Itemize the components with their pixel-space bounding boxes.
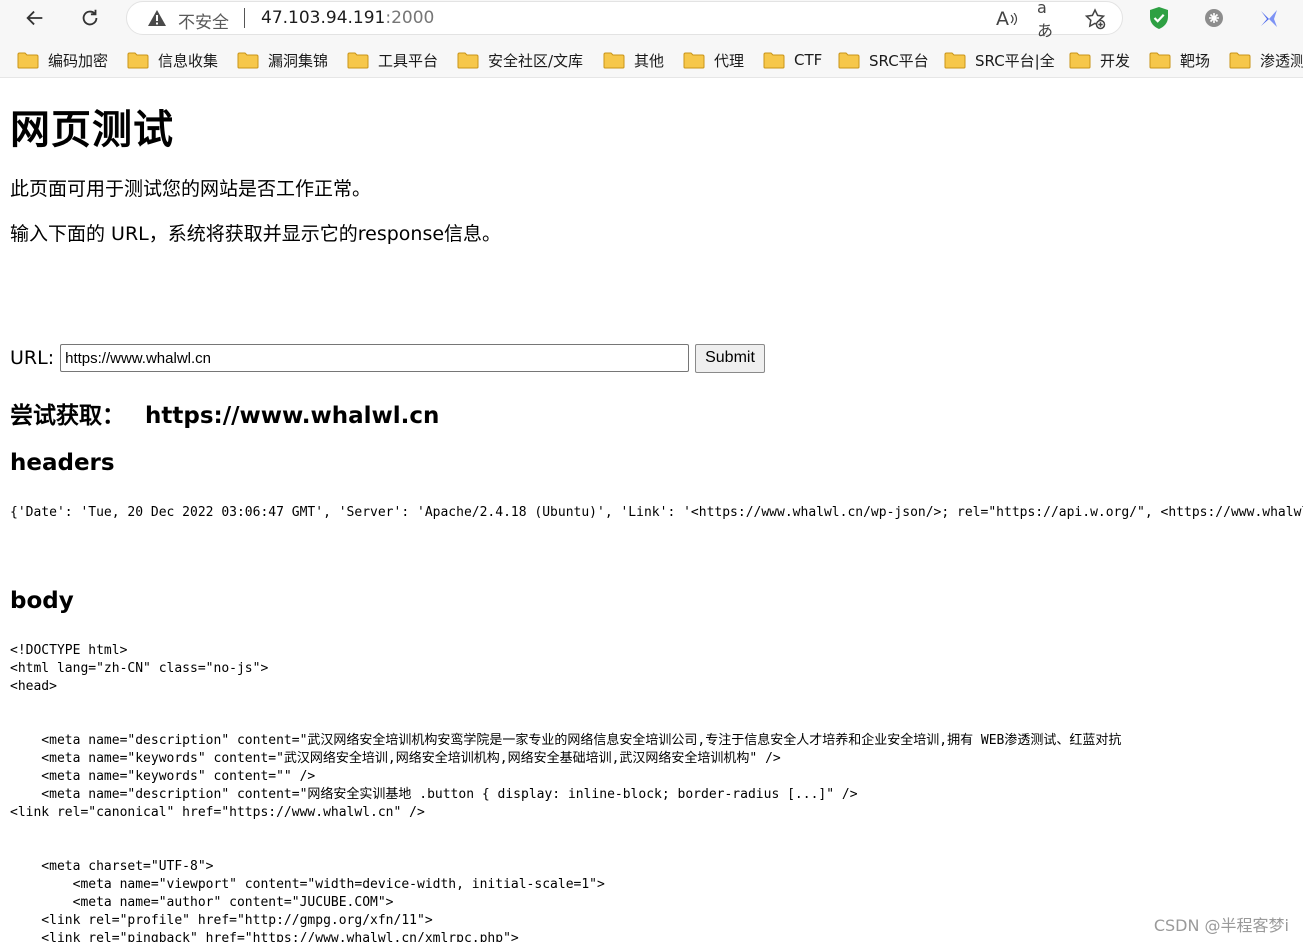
- folder-icon: [1149, 52, 1171, 68]
- warning-icon[interactable]: [147, 9, 167, 27]
- folder-icon: [683, 52, 705, 68]
- headers-output: {'Date': 'Tue, 20 Dec 2022 03:06:47 GMT'…: [10, 505, 1303, 520]
- bookmark-folder[interactable]: 编码加密: [17, 49, 108, 71]
- page-title: 网页测试: [10, 107, 174, 153]
- browser-toolbar: 不安全 47.103.94.191:2000 A aあ: [0, 0, 1303, 40]
- headers-heading: headers: [10, 450, 115, 476]
- address-url[interactable]: 47.103.94.191:2000: [261, 8, 434, 28]
- instruction-text: 输入下面的 URL，系统将获取并显示它的response信息。: [10, 223, 502, 245]
- url-host: 47.103.94.191: [261, 8, 386, 28]
- folder-icon: [1069, 52, 1091, 68]
- fetch-heading: 尝试获取： https://www.whalwl.cn: [10, 396, 439, 430]
- page-content: 网页测试 此页面可用于测试您的网站是否工作正常。 输入下面的 URL，系统将获取…: [10, 78, 1303, 942]
- shield-extension-icon[interactable]: [1147, 6, 1171, 30]
- add-favorite-icon[interactable]: [1083, 7, 1107, 31]
- bookmark-folder[interactable]: CTF: [763, 49, 822, 71]
- body-output: <!DOCTYPE html> <html lang="zh-CN" class…: [10, 643, 1122, 942]
- bookmark-folder[interactable]: 工具平台: [347, 49, 438, 71]
- arrow-left-icon: [26, 10, 43, 26]
- body-heading: body: [10, 588, 74, 614]
- bookmark-folder[interactable]: SRC平台|全: [944, 49, 1055, 71]
- bookmark-folder[interactable]: 渗透测: [1229, 49, 1303, 71]
- folder-icon: [944, 52, 966, 68]
- submit-button[interactable]: Submit: [695, 343, 765, 373]
- folder-icon: [457, 52, 479, 68]
- folder-icon: [603, 52, 625, 68]
- translate-icon[interactable]: aあ: [1037, 0, 1061, 40]
- bookmark-folder[interactable]: 信息收集: [127, 49, 218, 71]
- url-form: URL: Submit: [10, 343, 765, 373]
- fetch-prefix: 尝试获取：: [10, 403, 125, 429]
- fetch-url: https://www.whalwl.cn: [145, 403, 440, 429]
- bookmark-folder[interactable]: 开发: [1069, 49, 1130, 71]
- refresh-button[interactable]: [74, 4, 106, 32]
- bookmark-folder[interactable]: 其他: [603, 49, 664, 71]
- folder-icon: [237, 52, 259, 68]
- folder-icon: [127, 52, 149, 68]
- folder-icon: [763, 52, 785, 68]
- bookmark-folder[interactable]: 靶场: [1149, 49, 1210, 71]
- url-input[interactable]: [60, 344, 690, 372]
- folder-icon: [17, 52, 39, 68]
- folder-icon: [1229, 52, 1251, 68]
- refresh-icon: [82, 9, 98, 26]
- read-aloud-icon[interactable]: A: [995, 7, 1019, 31]
- bookmark-folder[interactable]: SRC平台: [838, 49, 929, 71]
- watermark: CSDN @半程客梦i: [1153, 916, 1289, 935]
- bookmark-folder[interactable]: 代理: [683, 49, 744, 71]
- folder-icon: [347, 52, 369, 68]
- url-label: URL:: [10, 347, 55, 369]
- back-button[interactable]: [19, 4, 51, 32]
- bookmark-folder[interactable]: 安全社区/文库: [457, 49, 583, 71]
- address-bar[interactable]: 不安全 47.103.94.191:2000 A aあ: [126, 0, 1123, 40]
- insecure-label[interactable]: 不安全: [178, 8, 229, 33]
- bird-extension-icon[interactable]: [1257, 6, 1281, 30]
- folder-icon: [838, 52, 860, 68]
- bookmark-folder[interactable]: 漏洞集锦: [237, 49, 328, 71]
- intro-text: 此页面可用于测试您的网站是否工作正常。: [10, 178, 372, 200]
- url-port: :2000: [385, 8, 435, 28]
- address-separator: [244, 8, 245, 28]
- extension-icon[interactable]: [1202, 6, 1226, 30]
- bookmarks-bar: 编码加密 信息收集 漏洞集锦 工具平台 安全社区/文库 其他 代理 CTF SR…: [0, 40, 1303, 78]
